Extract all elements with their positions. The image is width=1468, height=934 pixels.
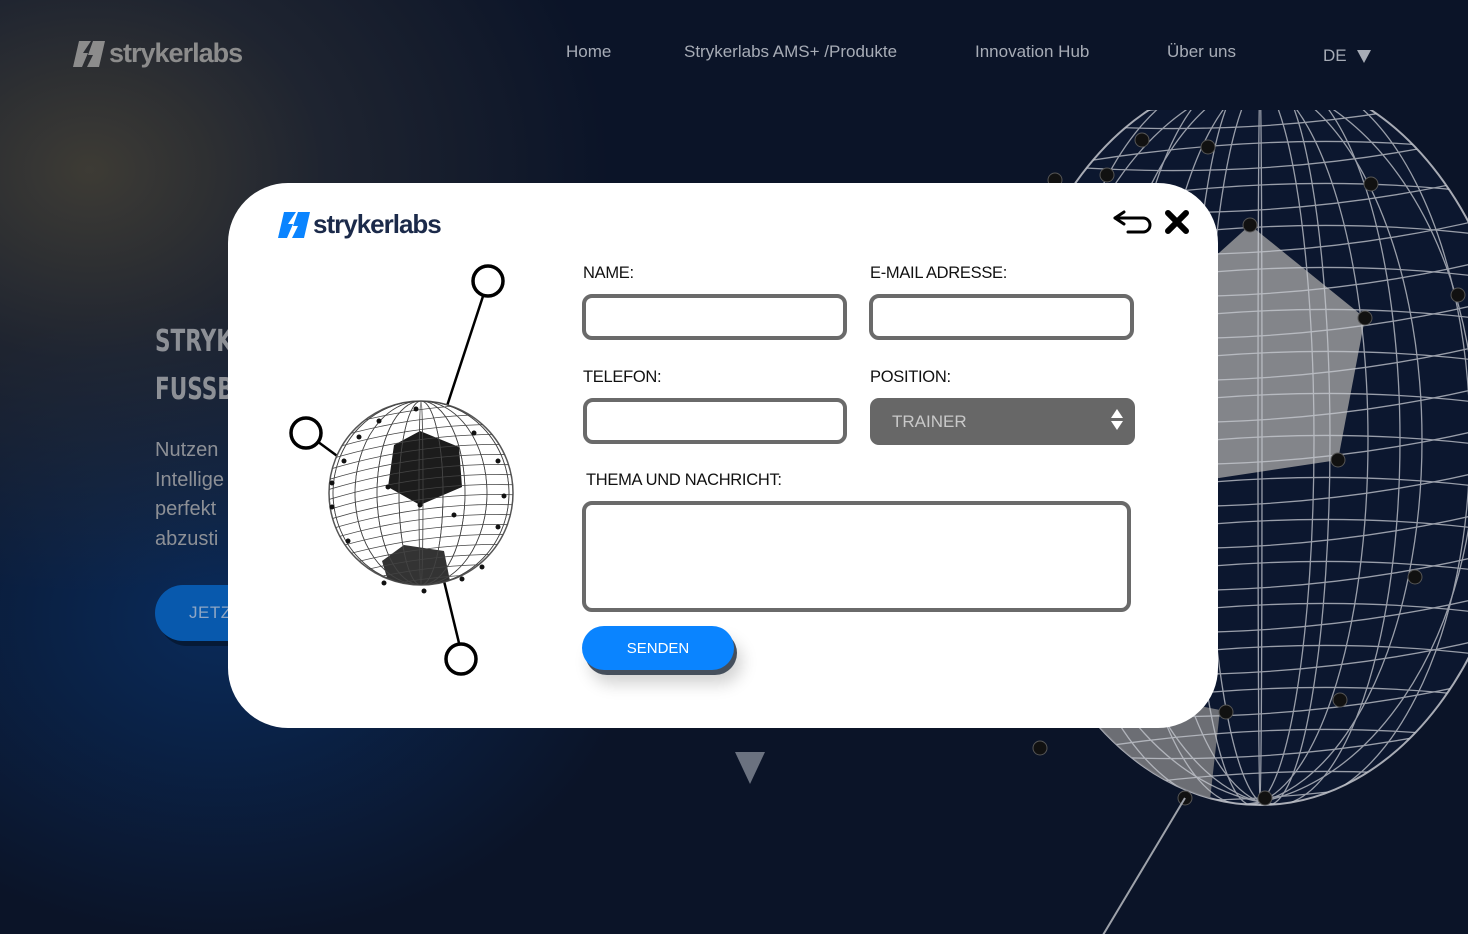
nav-home[interactable]: Home (566, 42, 611, 62)
globe-node (1332, 692, 1348, 708)
globe-node (1218, 704, 1234, 720)
globe-node (1257, 790, 1273, 806)
nav-products[interactable]: Strykerlabs AMS+ /Produkte (684, 42, 897, 62)
hero-title-line: FUSSB (155, 372, 234, 407)
hero-title: STRYK FUSSB (155, 318, 234, 414)
globe-node (1134, 132, 1150, 148)
ball-node (329, 480, 335, 486)
main-nav: Home Strykerlabs AMS+ /Produkte Innovati… (0, 42, 1468, 66)
position-label: POSITION: (870, 368, 951, 386)
phone-label: TELEFON: (583, 368, 662, 386)
nav-about-us[interactable]: Über uns (1167, 42, 1236, 62)
ball-node (459, 576, 465, 582)
ball-node (451, 512, 457, 518)
globe-node (1200, 139, 1216, 155)
back-button[interactable] (1112, 207, 1154, 237)
message-label: THEMA UND NACHRICHT: (586, 471, 782, 489)
position-selected-value: TRAINER (892, 411, 967, 431)
ball-node (341, 458, 347, 464)
ball-node (471, 430, 477, 436)
language-label: DE (1323, 46, 1347, 65)
globe-node (1450, 287, 1466, 303)
ball-node (376, 418, 382, 424)
close-button[interactable] (1162, 205, 1192, 239)
ball-node (495, 458, 501, 464)
caret-down-icon (1356, 49, 1371, 63)
nav-innovation-hub[interactable]: Innovation Hub (975, 42, 1089, 62)
close-icon (1165, 210, 1189, 234)
ball-node (417, 502, 423, 508)
email-input[interactable] (869, 294, 1134, 340)
ball-node (479, 564, 485, 570)
globe-node (1242, 217, 1258, 233)
modal-logo-text: strykerlabs (313, 209, 442, 239)
logo-bolt-icon (278, 211, 310, 238)
ball-node (421, 588, 427, 594)
globe-node (1357, 310, 1373, 326)
ball-node (329, 504, 335, 510)
phone-input[interactable] (583, 398, 847, 444)
select-arrows-icon (1111, 409, 1123, 430)
message-textarea[interactable] (582, 501, 1131, 612)
ball-node (495, 524, 501, 530)
name-input[interactable] (582, 294, 847, 340)
ball-node (345, 538, 351, 544)
ball-node (385, 484, 391, 490)
globe-node (1407, 569, 1423, 585)
modal-logo: strykerlabs (278, 209, 442, 240)
globe-node (1099, 167, 1115, 183)
globe-node (1330, 452, 1346, 468)
soccer-ball-illustration (289, 264, 514, 676)
send-button[interactable]: SENDEN (582, 626, 734, 670)
scroll-down-icon[interactable] (735, 752, 765, 784)
back-arrow-icon (1113, 210, 1152, 234)
email-label: E-MAIL ADRESSE: (870, 264, 1008, 282)
globe-node (1363, 176, 1379, 192)
ball-node (413, 406, 419, 412)
language-selector[interactable]: DE (1323, 46, 1371, 66)
ball-node (501, 493, 507, 499)
ball-node (356, 434, 362, 440)
ball-grid-line (329, 584, 513, 585)
contact-modal: strykerlabs NAME: E-MAIL ADRESSE: TELEFO… (228, 183, 1218, 728)
position-select[interactable]: TRAINER (870, 398, 1135, 445)
hero-title-line: STRYK (155, 324, 233, 359)
name-label: NAME: (583, 264, 634, 282)
globe-node (1032, 740, 1048, 756)
ball-node (381, 580, 387, 586)
